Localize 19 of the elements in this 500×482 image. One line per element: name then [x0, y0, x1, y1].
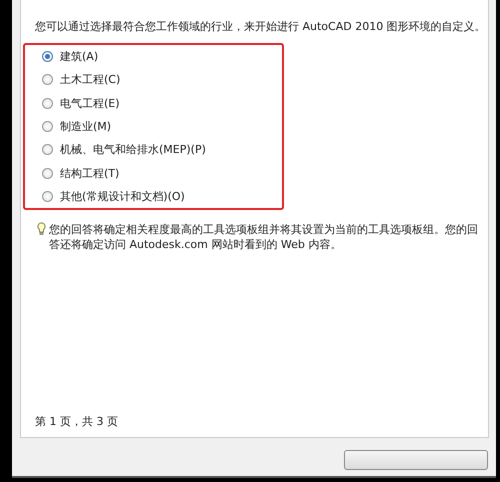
lightbulb-icon — [37, 222, 46, 236]
radio-button[interactable] — [42, 144, 53, 156]
option-label: 其他(常规设计和文档)(O) — [60, 188, 185, 204]
tip-text: 您的回答将确定相关程度最高的工具选项板组并将其设置为当前的工具选项板组。您的回答还将确定访问 Autodesk.com 网站时看到的 Web 内容。 — [49, 222, 479, 252]
option-label: 机械、电气和给排水(MEP)(P) — [60, 142, 206, 158]
option-label: 结构工程(T) — [60, 166, 120, 181]
radio-button[interactable] — [42, 121, 53, 132]
radio-button[interactable] — [42, 98, 53, 109]
radio-button[interactable] — [42, 190, 53, 202]
radio-button[interactable] — [42, 51, 53, 62]
radio-button[interactable] — [42, 74, 53, 86]
page-indicator: 第 1 页，共 3 页 — [35, 414, 119, 429]
option-label: 土木工程(C) — [60, 72, 120, 88]
intro-text: 您可以通过选择最符合您工作领域的行业，来开始进行 AutoCAD 2010 图形环境的自定义。 — [35, 19, 487, 34]
option-label: 建筑(A) — [60, 49, 98, 64]
option-label: 制造业(M) — [60, 119, 112, 134]
option-label: 电气工程(E) — [60, 96, 120, 111]
radio-button[interactable] — [42, 168, 53, 179]
button[interactable] — [344, 450, 488, 470]
